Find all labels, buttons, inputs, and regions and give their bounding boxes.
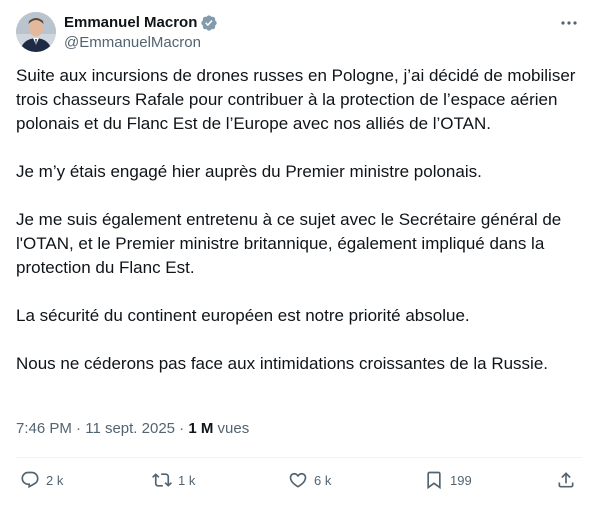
avatar-image — [16, 12, 56, 52]
verified-badge-icon — [201, 15, 218, 31]
author-handle[interactable]: @EmmanuelMacron — [64, 33, 218, 53]
tweet-paragraph: La sécurité du continent européen est no… — [16, 306, 470, 325]
reply-button[interactable]: 2 k — [20, 470, 63, 490]
more-options-button[interactable] — [558, 14, 580, 32]
share-button[interactable] — [556, 470, 576, 490]
tweet-paragraph: Nous ne céderons pas face aux intimidati… — [16, 354, 549, 373]
meta-separator: · — [71, 420, 86, 437]
like-button[interactable]: 6 k — [288, 470, 331, 490]
meta-separator: · — [175, 420, 189, 437]
bookmark-count: 199 — [450, 472, 472, 488]
tweet-paragraph: Je me suis également entretenu à ce suje… — [16, 210, 562, 277]
author-names: Emmanuel Macron @EmmanuelMacron — [64, 13, 218, 53]
tweet-meta: 7:46 PM · 11 sept. 2025 · 1 M vues — [16, 419, 249, 439]
views-label: vues — [213, 420, 250, 437]
repost-icon — [152, 473, 172, 487]
repost-count: 1 k — [178, 472, 196, 488]
views-count[interactable]: 1 M — [188, 420, 213, 437]
reply-count: 2 k — [46, 472, 64, 488]
repost-button[interactable]: 1 k — [152, 470, 195, 490]
author-display-name[interactable]: Emmanuel Macron — [64, 13, 197, 33]
divider — [16, 457, 582, 458]
tweet-time[interactable]: 7:46 PM — [16, 420, 72, 437]
action-bar: 2 k 1 k 6 k 199 — [16, 466, 582, 496]
tweet-paragraph: Je m’y étais engagé hier auprès du Premi… — [16, 162, 482, 181]
avatar[interactable] — [16, 12, 56, 52]
heart-icon — [289, 472, 307, 488]
share-icon — [558, 472, 574, 488]
author-display-name-row[interactable]: Emmanuel Macron — [64, 13, 218, 33]
reply-icon — [21, 471, 39, 489]
more-icon — [561, 21, 577, 25]
tweet-date[interactable]: 11 sept. 2025 — [85, 420, 175, 437]
like-count: 6 k — [314, 472, 332, 488]
tweet-text: Suite aux incursions de drones russes en… — [16, 64, 582, 400]
bookmark-button[interactable]: 199 — [424, 470, 472, 490]
tweet-header: Emmanuel Macron @EmmanuelMacron — [16, 12, 582, 56]
tweet-paragraph: Suite aux incursions de drones russes en… — [16, 66, 576, 133]
bookmark-icon — [427, 471, 441, 490]
